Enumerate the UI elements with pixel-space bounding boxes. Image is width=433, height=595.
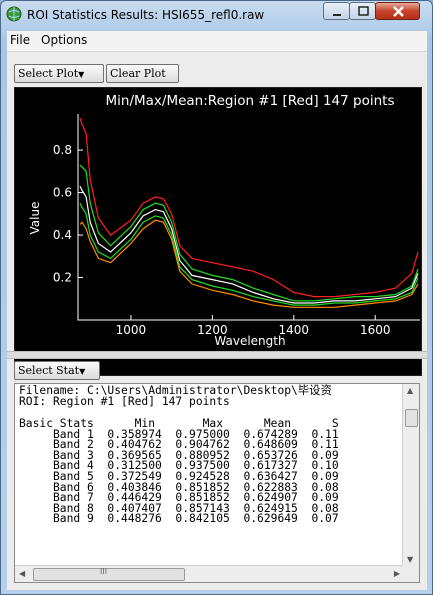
min-max-mean-chart: Min/Max/Mean:Region #1 [Red] 147 points 0… — [28, 93, 420, 348]
vertical-scroll-thumb[interactable] — [405, 409, 418, 427]
maximize-icon — [358, 6, 369, 16]
thumb-grip: III — [100, 567, 108, 576]
menu-file[interactable]: File — [10, 33, 30, 47]
menu-options[interactable]: Options — [41, 33, 87, 47]
vertical-scrollbar[interactable]: ▲ ▼ — [402, 384, 419, 566]
y-axis-label: Value — [28, 202, 42, 235]
x-tick-label: 1600 — [360, 323, 391, 337]
window-title: ROI Statistics Results: HSI655_refl0.raw — [27, 8, 265, 22]
y-tick-label: 0.2 — [53, 271, 72, 285]
roi-statistics-window: ROI Statistics Results: HSI655_refl0.raw… — [0, 0, 433, 595]
plot-area[interactable]: Min/Max/Mean:Region #1 [Red] 147 points 0… — [14, 87, 422, 376]
stat-row: Band 9 0.448276 0.842105 0.629649 0.07 — [19, 512, 339, 526]
horizontal-scroll-thumb[interactable]: III — [33, 567, 185, 581]
scroll-left-icon[interactable]: ◀ — [19, 569, 25, 578]
title-bar[interactable]: ROI Statistics Results: HSI655_refl0.raw — [1, 1, 432, 29]
roi-line: ROI: Region #1 [Red] 147 points — [19, 394, 230, 408]
select-plot-label: Select Plot — [18, 67, 79, 80]
horizontal-scrollbar[interactable]: ◀ III ▶ — [15, 565, 404, 582]
scroll-down-icon[interactable]: ▼ — [407, 555, 413, 564]
clear-plot-label: Clear Plot — [110, 67, 166, 80]
y-tick-label: 0.4 — [53, 228, 72, 242]
scroll-up-icon[interactable]: ▲ — [407, 386, 413, 395]
y-tick-label: 0.6 — [53, 186, 72, 200]
x-axis-label: Wavelength — [214, 334, 285, 348]
client-area: File Options Select Plot▼ Clear Plot Min… — [7, 31, 427, 590]
series-line-max — [79, 118, 419, 298]
axes-frame — [77, 114, 420, 321]
x-tick-label: 1000 — [116, 323, 147, 337]
series-line-minus_std — [79, 202, 419, 306]
maximize-button[interactable] — [349, 2, 376, 20]
select-plot-button[interactable]: Select Plot▼ — [14, 64, 104, 83]
select-stat-button[interactable]: Select Stat▼ — [14, 361, 100, 380]
series-line-mean — [79, 185, 419, 304]
chart-title: Min/Max/Mean:Region #1 [Red] 147 points — [106, 93, 395, 109]
scroll-corner — [402, 565, 419, 582]
minimize-icon — [333, 14, 341, 16]
panel-divider[interactable] — [7, 351, 427, 359]
clear-plot-button[interactable]: Clear Plot — [106, 64, 179, 83]
app-globe-icon — [6, 6, 22, 22]
minimize-button[interactable] — [323, 2, 350, 20]
stats-text-panel[interactable]: Filename: C:\Users\Administrator\Desktop… — [14, 383, 420, 583]
y-tick-label: 0.8 — [53, 143, 72, 157]
close-button[interactable] — [375, 2, 420, 20]
dropdown-arrow-icon: ▼ — [78, 70, 85, 79]
scroll-right-icon[interactable]: ▶ — [394, 569, 400, 578]
select-stat-label: Select Stat — [18, 364, 80, 377]
close-icon — [393, 6, 404, 17]
menu-bar: File Options — [7, 31, 427, 52]
dropdown-arrow-icon: ▼ — [79, 367, 86, 376]
